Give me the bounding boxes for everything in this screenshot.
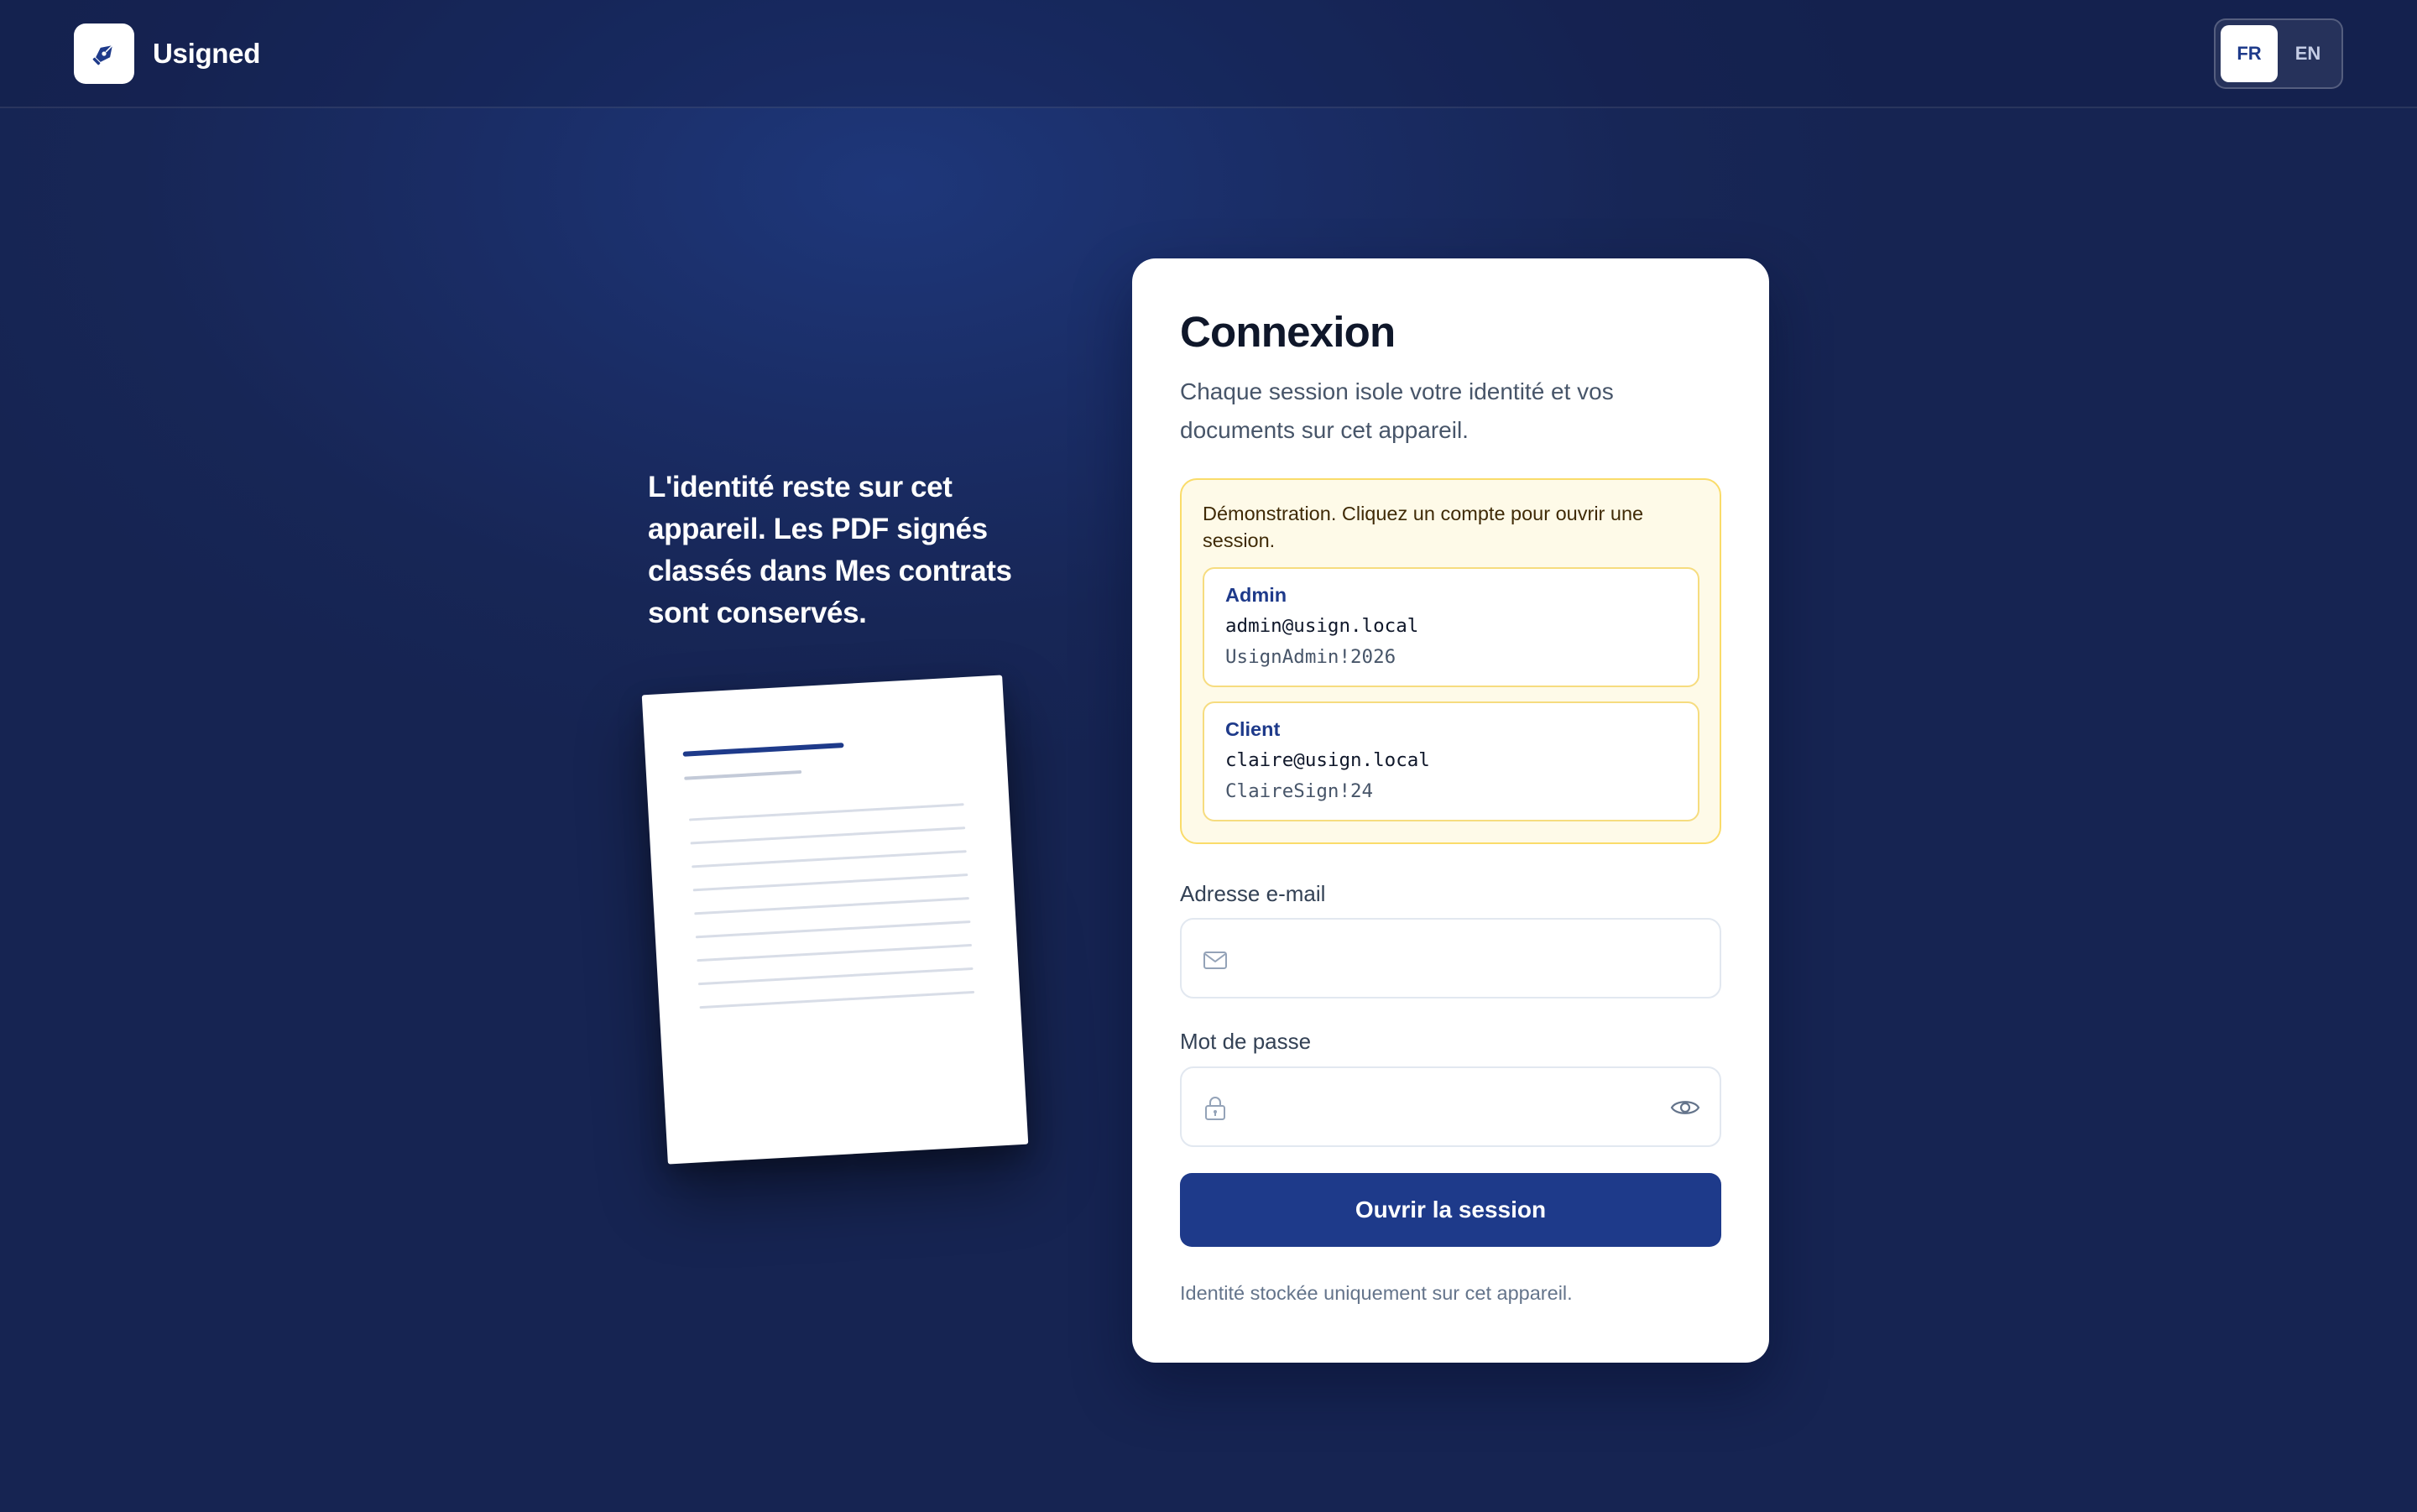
document-text-line xyxy=(697,943,973,962)
document-text-line xyxy=(689,803,964,821)
hero-tagline: L'identité reste sur cet appareil. Les P… xyxy=(648,471,1012,629)
open-session-button[interactable]: Ouvrir la session xyxy=(1180,1173,1721,1247)
account-role: Admin xyxy=(1225,584,1287,606)
password-field[interactable] xyxy=(1180,1066,1721,1147)
lock-icon xyxy=(1205,1097,1225,1120)
account-email: admin@usign.local xyxy=(1225,615,1419,637)
demo-account-admin[interactable]: Admin admin@usign.local UsignAdmin!2026 xyxy=(1203,567,1699,687)
document-subtitle-line xyxy=(684,769,802,780)
email-input[interactable] xyxy=(1245,935,1648,983)
lang-en-button[interactable]: EN xyxy=(2279,25,2336,82)
lang-fr-button[interactable]: FR xyxy=(2221,25,2278,82)
account-password: ClaireSign!24 xyxy=(1225,780,1374,802)
pen-nib-icon xyxy=(74,23,134,84)
demo-accounts-panel: Démonstration. Cliquez un compte pour ou… xyxy=(1180,478,1721,844)
document-text-line xyxy=(694,897,969,915)
password-input[interactable] xyxy=(1245,1083,1648,1132)
demo-account-client[interactable]: Client claire@usign.local ClaireSign!24 xyxy=(1203,701,1699,821)
top-bar: Usigned FR EN xyxy=(0,0,2417,108)
login-subtitle: Chaque session isole votre identité et v… xyxy=(1180,378,1614,443)
email-field[interactable] xyxy=(1180,918,1721,998)
document-text-line xyxy=(690,826,966,845)
document-text-line xyxy=(692,850,967,868)
document-text-line xyxy=(699,990,975,1009)
document-text-line xyxy=(695,920,971,939)
email-label: Adresse e-mail xyxy=(1180,881,1326,906)
mail-icon xyxy=(1203,952,1227,969)
account-email: claire@usign.local xyxy=(1225,749,1430,771)
login-title: Connexion xyxy=(1180,308,1396,356)
document-illustration xyxy=(641,675,1029,1165)
storage-footnote: Identité stockée uniquement sur cet appa… xyxy=(1180,1282,1573,1304)
brand-name: Usigned xyxy=(153,38,261,69)
login-card: Connexion Chaque session isole votre ide… xyxy=(1132,258,1769,1363)
brand[interactable]: Usigned xyxy=(74,23,260,84)
password-label: Mot de passe xyxy=(1180,1029,1312,1054)
document-text-line xyxy=(692,873,968,892)
account-password: UsignAdmin!2026 xyxy=(1225,646,1396,668)
language-switcher: FR EN xyxy=(2214,18,2343,89)
document-page xyxy=(641,675,1029,1165)
demo-note: Démonstration. Cliquez un compte pour ou… xyxy=(1203,503,1644,551)
document-text-line xyxy=(697,967,974,986)
eye-icon[interactable] xyxy=(1669,1093,1701,1122)
account-role: Client xyxy=(1225,718,1281,740)
document-title-line xyxy=(682,743,844,757)
